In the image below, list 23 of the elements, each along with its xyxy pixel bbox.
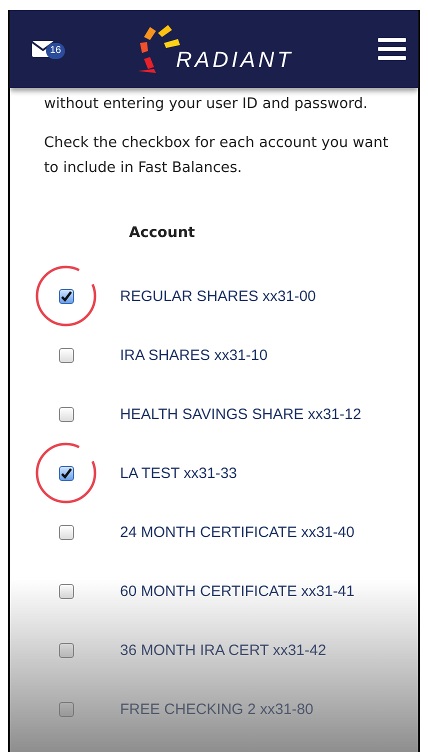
account-name: 36 MONTH IRA CERT xx31-42 xyxy=(120,642,326,659)
account-name: FREE CHECKING 2 xx31-80 xyxy=(120,701,314,718)
account-name: HEALTH SAVINGS SHARE xx31-12 xyxy=(120,406,362,423)
account-name: LA TEST xx31-33 xyxy=(120,465,238,482)
column-header: Account xyxy=(129,225,196,241)
messages-button[interactable]: 16 xyxy=(32,37,72,61)
instruction-text: without entering your user ID and password. xyxy=(44,95,369,114)
unread-count-badge: 16 xyxy=(46,43,66,59)
account-checkbox[interactable] xyxy=(58,525,74,540)
account-checkbox[interactable] xyxy=(58,466,74,481)
account-name: 24 MONTH CERTIFICATE xx31-40 xyxy=(120,524,354,541)
account-checkbox[interactable] xyxy=(58,643,74,658)
account-checkbox[interactable] xyxy=(58,702,74,717)
account-checkbox[interactable] xyxy=(58,289,74,304)
account-checkbox[interactable] xyxy=(58,348,74,363)
account-checkbox[interactable] xyxy=(58,407,74,422)
account-name: 60 MONTH CERTIFICATE xx31-41 xyxy=(120,583,354,600)
menu-icon[interactable] xyxy=(378,37,406,61)
account-name: IRA SHARES xx31-10 xyxy=(120,347,268,364)
account-name: REGULAR SHARES xx31-00 xyxy=(120,288,316,305)
logo-wordmark: RADIANT xyxy=(176,47,294,73)
account-checkbox[interactable] xyxy=(58,584,74,599)
instruction-text: Check the checkbox for each account you want to include in Fast Balances. xyxy=(44,134,390,178)
